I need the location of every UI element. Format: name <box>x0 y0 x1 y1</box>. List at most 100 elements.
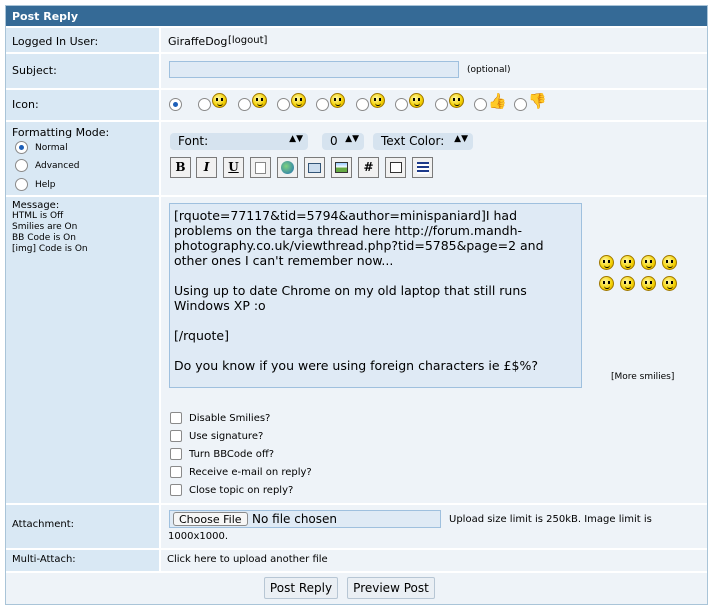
icon-radio-cool[interactable] <box>356 98 369 111</box>
size-select[interactable]: 0 ▲▼ <box>322 133 364 150</box>
icon-radio-sleepy[interactable] <box>395 98 408 111</box>
close-topic-checkbox[interactable] <box>170 484 182 496</box>
attachment-label: Attachment: <box>6 505 159 548</box>
cool-icon <box>370 93 385 108</box>
smile-icon <box>212 93 227 108</box>
message-cell: [More smilies] Disable Smilies? Use sign… <box>161 197 707 503</box>
upload-limit-text-2: 1000x1000. <box>168 531 228 542</box>
bold-button[interactable]: B <box>170 157 191 178</box>
quote-icon <box>389 162 402 173</box>
icon-radio-grin[interactable] <box>277 98 290 111</box>
smile-icon[interactable] <box>599 255 614 270</box>
select-arrows-icon: ▲▼ <box>345 134 359 144</box>
frown-icon[interactable] <box>620 255 635 270</box>
receive-email-label: Receive e-mail on reply? <box>189 467 312 478</box>
smilies-panel <box>599 255 679 295</box>
actions-row: Post Reply Preview Post <box>6 573 707 604</box>
image-button[interactable] <box>331 157 352 178</box>
logged-in-label: Logged In User: <box>6 28 159 52</box>
form-title: Post Reply <box>6 6 707 26</box>
bbcode-status: BB Code is On <box>12 233 76 243</box>
sleepy-icon[interactable] <box>620 276 635 291</box>
username: GiraffeDog <box>168 35 228 48</box>
grin-icon[interactable] <box>641 255 656 270</box>
disable-smilies-label: Disable Smilies? <box>189 413 271 424</box>
use-signature-checkbox[interactable] <box>170 430 182 442</box>
broken-image-icon <box>255 162 266 174</box>
thumbs-up-icon: 👍 <box>488 92 507 110</box>
upload-another-link[interactable]: Click here to upload another file <box>167 554 328 565</box>
message-label: Message: <box>12 200 60 211</box>
icon-radio-none[interactable] <box>169 98 182 111</box>
icon-radio-wink[interactable] <box>316 98 329 111</box>
bbcode-toolbar: B I U # <box>170 157 440 179</box>
email-button[interactable] <box>304 157 325 178</box>
select-arrows-icon: ▲▼ <box>289 134 303 144</box>
html-status: HTML is Off <box>12 211 64 221</box>
choose-file-button[interactable]: Choose File <box>173 512 248 526</box>
mode-radio-normal[interactable] <box>15 141 28 154</box>
disable-smilies-checkbox[interactable] <box>170 412 182 424</box>
subject-input[interactable] <box>169 61 459 78</box>
mode-label-advanced: Advanced <box>35 161 80 171</box>
subject-label: Subject: <box>6 54 159 88</box>
globe-icon <box>281 161 294 174</box>
select-arrows-icon: ▲▼ <box>454 134 468 144</box>
surprised-icon[interactable] <box>641 276 656 291</box>
use-signature-label: Use signature? <box>189 431 264 442</box>
list-button[interactable] <box>412 157 433 178</box>
font-select[interactable]: Font: ▲▼ <box>170 133 308 150</box>
envelope-icon <box>308 163 321 173</box>
optional-note: (optional) <box>467 65 511 75</box>
post-reply-button[interactable]: Post Reply <box>264 577 338 599</box>
wink-icon <box>330 93 345 108</box>
preview-post-button[interactable]: Preview Post <box>347 577 435 599</box>
attachment-cell: Choose File No file chosen Upload size l… <box>161 505 707 548</box>
url-button[interactable] <box>277 157 298 178</box>
italic-button[interactable]: I <box>196 157 217 178</box>
upload-limit-text: Upload size limit is 250kB. Image limit … <box>449 514 652 525</box>
logged-in-cell: GiraffeDog [logout] <box>161 28 707 52</box>
multi-attach-label: Multi-Attach: <box>6 550 159 571</box>
more-smilies-link[interactable]: [More smilies] <box>611 372 674 382</box>
icon-radio-thumbs-up[interactable] <box>474 98 487 111</box>
logout-link[interactable]: [logout] <box>228 35 267 46</box>
mode-radio-help[interactable] <box>15 178 28 191</box>
file-input: Choose File No file chosen <box>169 510 441 528</box>
message-textarea[interactable] <box>169 203 582 388</box>
image-link-button[interactable] <box>250 157 271 178</box>
close-topic-label: Close topic on reply? <box>189 485 294 496</box>
size-select-value: 0 <box>330 134 338 148</box>
wink-icon[interactable] <box>662 255 677 270</box>
formatting-cell-left: Formatting Mode: Normal Advanced Help <box>6 122 159 195</box>
icon-radio-smile[interactable] <box>198 98 211 111</box>
tongue-icon[interactable] <box>662 276 677 291</box>
grin-icon <box>291 93 306 108</box>
turn-bbcode-off-checkbox[interactable] <box>170 448 182 460</box>
file-status: No file chosen <box>252 512 338 526</box>
mode-label-help: Help <box>35 180 56 190</box>
frown-icon <box>252 93 267 108</box>
post-reply-form: Post Reply Logged In User: GiraffeDog [l… <box>5 5 708 605</box>
mode-label-normal: Normal <box>35 143 68 153</box>
icon-label: Icon: <box>6 90 159 120</box>
img-status: [img] Code is On <box>12 244 88 254</box>
receive-email-checkbox[interactable] <box>170 466 182 478</box>
turn-bbcode-off-label: Turn BBCode off? <box>189 449 275 460</box>
icon-radio-thumbs-down[interactable] <box>514 98 527 111</box>
sleepy-icon <box>409 93 424 108</box>
multi-attach-cell: Click here to upload another file <box>161 550 707 571</box>
cool-icon[interactable] <box>599 276 614 291</box>
picture-icon <box>335 162 348 173</box>
formatting-label: Formatting Mode: <box>12 126 110 139</box>
text-color-select[interactable]: Text Color: ▲▼ <box>373 133 473 150</box>
message-cell-left: Message: HTML is Off Smilies are On BB C… <box>6 197 159 503</box>
icon-radio-surprised[interactable] <box>435 98 448 111</box>
icon-radio-frown[interactable] <box>238 98 251 111</box>
underline-button[interactable]: U <box>223 157 244 178</box>
mode-radio-advanced[interactable] <box>15 159 28 172</box>
quote-button[interactable] <box>385 157 406 178</box>
smilies-status: Smilies are On <box>12 222 78 232</box>
code-button[interactable]: # <box>358 157 379 178</box>
formatting-cell: Font: ▲▼ 0 ▲▼ Text Color: ▲▼ B I U # <box>161 122 707 195</box>
